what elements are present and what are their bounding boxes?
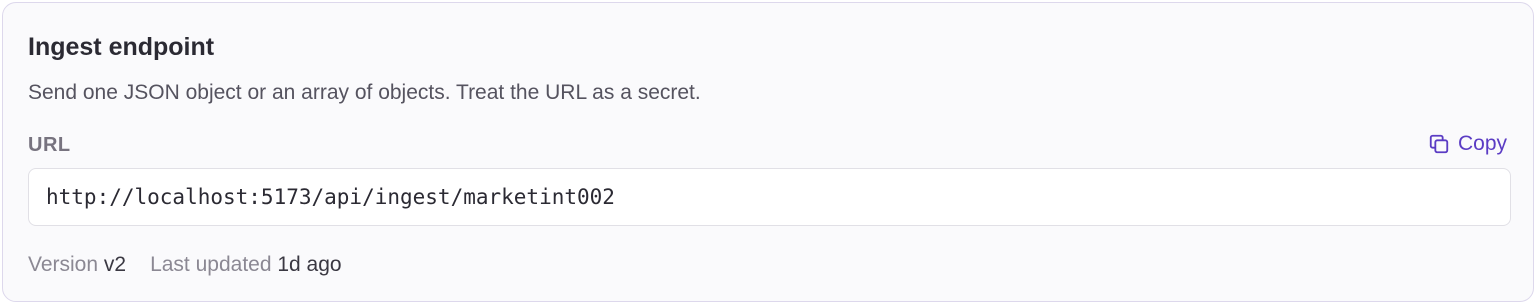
last-updated-key: Last updated (150, 253, 278, 276)
url-label: URL (28, 134, 71, 156)
url-input[interactable] (46, 185, 1493, 209)
version-value: v2 (103, 253, 127, 276)
card-title: Ingest endpoint (28, 33, 215, 61)
url-field[interactable] (28, 168, 1511, 226)
copy-button[interactable]: Copy (1428, 130, 1507, 158)
card-description: Send one JSON object or an array of obje… (28, 81, 701, 104)
last-updated-value: 1d ago (277, 253, 342, 276)
endpoint-meta: Version v2 Last updated 1d ago (28, 251, 342, 279)
copy-icon (1428, 133, 1450, 155)
ingest-endpoint-card: Ingest endpoint Send one JSON object or … (2, 2, 1534, 302)
version-key: Version (28, 253, 104, 276)
last-updated-info: Last updated 1d ago (150, 251, 342, 279)
version-info: Version v2 (28, 251, 126, 279)
copy-label: Copy (1457, 132, 1507, 155)
